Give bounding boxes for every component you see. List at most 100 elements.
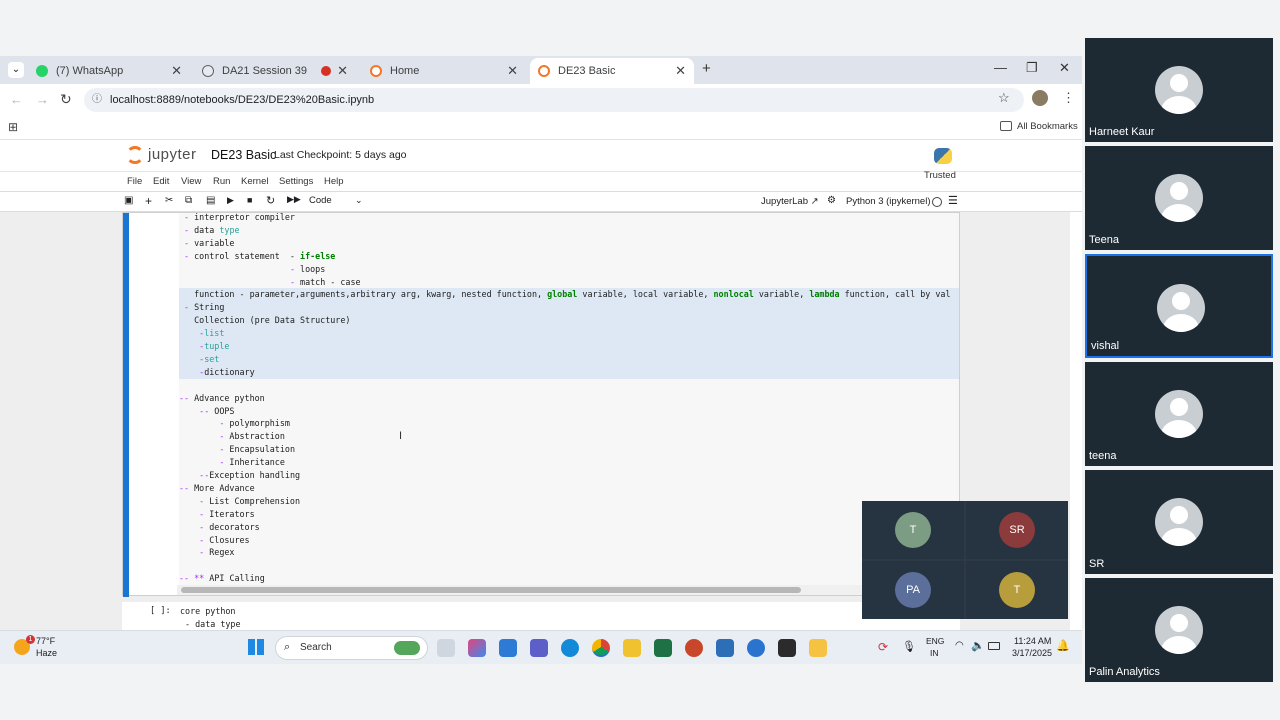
cut-icon[interactable]: ✂: [165, 195, 173, 206]
tab-de23-basic[interactable]: DE23 Basic ✕: [530, 58, 694, 84]
microphone-icon[interactable]: 🎙: [902, 640, 916, 653]
hamburger-menu-icon[interactable]: ☰: [948, 194, 958, 207]
task-view-icon[interactable]: [437, 639, 455, 657]
participant-tile-active-speaker[interactable]: vishal: [1085, 254, 1273, 358]
files-icon[interactable]: [623, 639, 641, 657]
close-icon[interactable]: ✕: [337, 63, 348, 79]
cell2-line: core python: [180, 606, 236, 616]
participant-tile[interactable]: Palin Analytics: [1085, 578, 1273, 682]
participant-tile[interactable]: Harneet Kaur: [1085, 38, 1273, 142]
participant-tile[interactable]: SR: [1085, 470, 1273, 574]
markdown-cell[interactable]: - interpretor compiler - data type - var…: [122, 212, 961, 597]
code-line: - match - case: [289, 276, 361, 287]
save-icon[interactable]: ▣: [124, 195, 133, 206]
jupyterlab-link[interactable]: JupyterLab ↗: [761, 196, 819, 207]
site-info-icon[interactable]: ⓘ: [92, 88, 102, 112]
close-icon[interactable]: ✕: [171, 63, 182, 79]
menu-file[interactable]: File: [127, 176, 142, 187]
notebook-name[interactable]: DE23 Basic: [211, 148, 276, 162]
add-cell-icon[interactable]: +: [145, 194, 152, 208]
kernel-name[interactable]: Python 3 (ipykernel): [846, 196, 930, 207]
close-icon[interactable]: ✕: [507, 63, 518, 79]
menu-run[interactable]: Run: [213, 176, 230, 187]
cell-selection-bar: [123, 213, 129, 597]
meeting-tile[interactable]: T: [862, 501, 964, 559]
tab-whatsapp[interactable]: (7) WhatsApp ✕: [28, 58, 190, 84]
star-bookmark-icon[interactable]: ☆: [998, 90, 1010, 106]
chrome-icon[interactable]: [592, 639, 610, 657]
taskbar-search[interactable]: ⌕ Search: [275, 636, 428, 660]
tab-title: (7) WhatsApp: [56, 65, 124, 77]
store-icon[interactable]: [499, 639, 517, 657]
weather-condition: Haze: [36, 648, 58, 658]
horizontal-scrollbar-thumb[interactable]: [181, 587, 801, 593]
settings-app-icon[interactable]: [747, 639, 765, 657]
menu-kernel[interactable]: Kernel: [241, 176, 268, 187]
minimize-icon[interactable]: —: [994, 60, 1007, 75]
menu-help[interactable]: Help: [324, 176, 344, 187]
edge-icon[interactable]: [561, 639, 579, 657]
url-bar[interactable]: ⓘ localhost:8889/notebooks/DE23/DE23%20B…: [84, 88, 1024, 112]
meeting-tile[interactable]: PA: [862, 561, 964, 619]
avatar: [1155, 498, 1203, 546]
file-explorer-icon[interactable]: [809, 639, 827, 657]
meeting-tile[interactable]: T: [966, 561, 1068, 619]
horizontal-scrollbar[interactable]: [177, 585, 961, 595]
powerpoint-icon[interactable]: [685, 639, 703, 657]
menu-edit[interactable]: Edit: [153, 176, 169, 187]
tab-da21-session[interactable]: DA21 Session 39 ✕: [194, 58, 356, 84]
code-editor[interactable]: - interpretor compiler - data type - var…: [179, 213, 959, 593]
copy-icon[interactable]: ⧉: [185, 195, 192, 206]
language-secondary: IN: [930, 648, 939, 658]
trusted-indicator: Trusted: [924, 170, 956, 181]
teams-icon[interactable]: [530, 639, 548, 657]
forward-arrow-icon[interactable]: →: [36, 92, 49, 107]
tab-title: DA21 Session 39: [222, 65, 307, 77]
search-placeholder: Search: [300, 642, 332, 653]
wifi-icon[interactable]: ◠: [955, 640, 964, 651]
address-bar-row: ← → ↻ ⓘ localhost:8889/notebooks/DE23/DE…: [0, 84, 1082, 116]
snipping-tool-icon[interactable]: [716, 639, 734, 657]
sync-icon[interactable]: ⟳: [878, 640, 888, 654]
windows-start-icon[interactable]: [248, 639, 264, 655]
reload-icon[interactable]: ↻: [60, 91, 72, 108]
tab-title: DE23 Basic: [558, 65, 616, 77]
profile-avatar[interactable]: [1032, 90, 1048, 106]
paste-icon[interactable]: ▤: [206, 195, 215, 206]
restart-run-all-icon[interactable]: ▶▶: [287, 194, 301, 205]
windows-taskbar: 1 77°F Haze ⌕ Search ⟳ 🎙 ENG IN ◠ 🔈 11:2…: [0, 630, 1082, 664]
gear-icon[interactable]: ⚙: [827, 195, 836, 206]
tab-search-chevron-icon[interactable]: ⌄: [8, 62, 24, 78]
volume-icon[interactable]: 🔈: [971, 639, 985, 652]
excel-icon[interactable]: [654, 639, 672, 657]
terminal-icon[interactable]: [778, 639, 796, 657]
restart-icon[interactable]: ↻: [266, 194, 275, 207]
external-link-icon: ↗: [810, 196, 819, 207]
copilot-icon[interactable]: [468, 639, 486, 657]
cell-type-select[interactable]: Code ⌄: [309, 195, 363, 206]
new-tab-plus-icon[interactable]: +: [702, 60, 711, 77]
menu-view[interactable]: View: [181, 176, 201, 187]
tab-home[interactable]: Home ✕: [362, 58, 526, 84]
close-icon[interactable]: ✕: [675, 63, 686, 79]
menu-settings[interactable]: Settings: [279, 176, 313, 187]
back-arrow-icon[interactable]: ←: [10, 92, 23, 107]
apps-grid-icon[interactable]: ⊞: [8, 120, 18, 134]
participant-tile[interactable]: Teena: [1085, 146, 1273, 250]
all-bookmarks-link[interactable]: All Bookmarks: [1017, 121, 1078, 132]
close-window-icon[interactable]: ✕: [1059, 60, 1070, 76]
notification-bell-icon[interactable]: 🔔: [1056, 639, 1070, 652]
jupyter-logo-icon: [126, 146, 144, 164]
kebab-menu-icon[interactable]: ⋮: [1062, 90, 1075, 106]
language-primary[interactable]: ENG: [926, 636, 944, 646]
meeting-tile[interactable]: SR: [966, 501, 1068, 559]
jupyter-toolbar: ▣ + ✂ ⧉ ▤ ▶ ■ ↻ ▶▶ Code ⌄ JupyterLab ↗ ⚙…: [0, 192, 1082, 212]
participant-tile[interactable]: teena: [1085, 362, 1273, 466]
meeting-overlay[interactable]: T SR PA T: [862, 501, 1068, 619]
stop-icon[interactable]: ■: [247, 195, 252, 205]
maximize-icon[interactable]: ❐: [1026, 60, 1038, 76]
run-icon[interactable]: ▶: [227, 195, 234, 206]
clock-time[interactable]: 11:24 AM: [1014, 636, 1051, 646]
battery-icon[interactable]: [988, 642, 1000, 650]
code-line: -list: [199, 328, 225, 339]
